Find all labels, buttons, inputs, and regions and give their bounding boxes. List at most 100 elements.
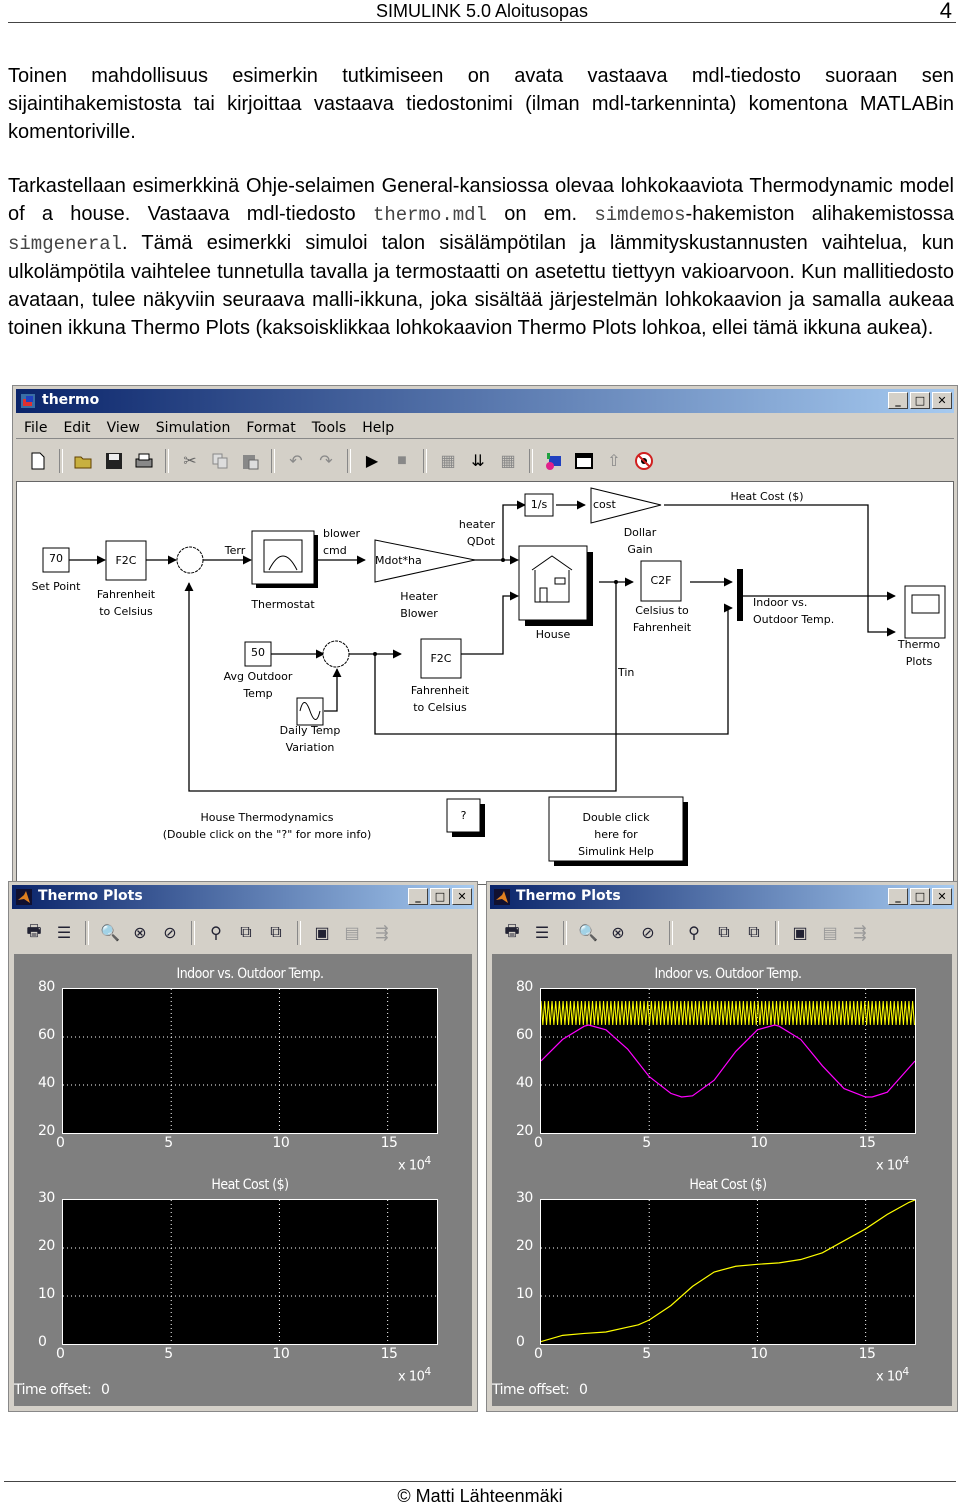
new-icon[interactable] [26, 449, 50, 473]
x-tick-label: 15 [858, 1346, 876, 1362]
close-button[interactable]: ✕ [932, 888, 952, 905]
menu-file[interactable]: File [16, 416, 55, 438]
plot-window-titlebar[interactable]: Thermo Plots _ □ ✕ [490, 885, 954, 909]
zoom-icon[interactable]: 🔍 [98, 921, 122, 945]
y-tick-label: 40 [516, 1075, 533, 1091]
close-button[interactable]: ✕ [932, 392, 952, 409]
chart-plot [541, 1200, 915, 1344]
house-thermodynamics-annotation: House Thermodynamics (Double click on th… [162, 811, 372, 841]
y-tick-label: 20 [38, 1238, 55, 1254]
block-diagram-canvas[interactable]: 70 Set Point F2C Fahrenheit to Celsius T… [16, 481, 954, 885]
heater-blower-label: Heater Blower [400, 590, 438, 620]
open-icon[interactable] [72, 449, 96, 473]
model-explorer-icon[interactable] [572, 449, 596, 473]
x-tick-label: 0 [56, 1135, 65, 1151]
menu-format[interactable]: Format [238, 416, 303, 438]
print-icon[interactable]: 🖶 [22, 921, 46, 945]
chart-plot [63, 1200, 437, 1344]
save-axes-icon[interactable]: ⧉ [234, 921, 258, 945]
toolbar-separator [85, 921, 89, 945]
signal-select-icon[interactable]: ⇶ [848, 921, 872, 945]
restore-axes-icon[interactable]: ⧉ [742, 921, 766, 945]
zoom-x-icon[interactable]: ⊗ [128, 921, 152, 945]
menu-simulation[interactable]: Simulation [148, 416, 239, 438]
build-icon[interactable]: ▦ [436, 449, 460, 473]
redo-icon[interactable]: ↷ [314, 449, 338, 473]
document-title: SIMULINK 5.0 Aloitusopas [375, 1, 589, 21]
undo-icon[interactable]: ↶ [284, 449, 308, 473]
x-tick-label: 5 [642, 1135, 651, 1151]
save-icon[interactable] [102, 449, 126, 473]
toolbar-separator [347, 449, 351, 473]
menu-edit[interactable]: Edit [55, 416, 98, 438]
maximize-button[interactable]: □ [430, 888, 450, 905]
y-tick-label: 60 [38, 1027, 55, 1043]
update-icon[interactable]: ⇊ [466, 449, 490, 473]
x-multiplier: x 104 [876, 1154, 909, 1173]
minimize-button[interactable]: _ [888, 888, 908, 905]
f2c-2-text: F2C [430, 652, 452, 665]
zoom-icon[interactable]: 🔍 [576, 921, 600, 945]
zoom-x-icon[interactable]: ⊗ [606, 921, 630, 945]
play-icon[interactable]: ▶ [360, 449, 384, 473]
minimize-button[interactable]: _ [888, 392, 908, 409]
parent-icon[interactable]: ⇧ [602, 449, 626, 473]
y-tick-label: 10 [38, 1286, 55, 1302]
lock-icon[interactable]: ▤ [818, 921, 842, 945]
menu-view[interactable]: View [99, 416, 148, 438]
restore-axes-icon[interactable]: ⧉ [264, 921, 288, 945]
menu-bar: File Edit View Simulation Format Tools H… [16, 416, 954, 439]
toolbar-separator [297, 921, 301, 945]
window-title: Thermo Plots [516, 888, 621, 904]
sum-block-2 [322, 640, 350, 668]
close-button[interactable]: ✕ [452, 888, 472, 905]
x-multiplier-power: 4 [424, 1154, 431, 1167]
menu-tools[interactable]: Tools [304, 416, 355, 438]
properties-icon[interactable]: ☰ [530, 921, 554, 945]
minimize-button[interactable]: _ [408, 888, 428, 905]
print-icon[interactable] [132, 449, 156, 473]
x-tick-label: 10 [272, 1135, 290, 1151]
stop-icon[interactable]: ■ [390, 449, 414, 473]
matlab-logo-icon [16, 889, 32, 905]
properties-icon[interactable]: ☰ [52, 921, 76, 945]
signal-select-icon[interactable]: ⇶ [370, 921, 394, 945]
save-axes-icon[interactable]: ⧉ [712, 921, 736, 945]
paste-icon[interactable] [238, 449, 262, 473]
model-window-titlebar[interactable]: thermo _ □ ✕ [16, 389, 954, 413]
menu-help[interactable]: Help [354, 416, 402, 438]
toolbar-separator [191, 921, 195, 945]
info-button[interactable]: ? [447, 807, 480, 824]
toolbar-separator [529, 449, 533, 473]
chart-title: Heat Cost ($) [689, 1177, 767, 1193]
simulink-help-button[interactable]: Double click here for Simulink Help [549, 809, 683, 860]
x-tick-label: 0 [56, 1346, 65, 1362]
thermo-plots-label[interactable]: Thermo Plots [889, 636, 949, 670]
zoom-y-icon[interactable]: ⊘ [636, 921, 660, 945]
print-icon[interactable]: 🖶 [500, 921, 524, 945]
lock-icon[interactable]: ▤ [340, 921, 364, 945]
y-tick-label: 20 [516, 1123, 533, 1139]
chart-title: Heat Cost ($) [211, 1177, 289, 1193]
floating-scope-icon[interactable]: ▣ [788, 921, 812, 945]
autoscale-icon[interactable]: ⚲ [204, 921, 228, 945]
copy-icon[interactable] [208, 449, 232, 473]
floating-scope-icon[interactable]: ▣ [310, 921, 334, 945]
page-header: SIMULINK 5.0 Aloitusopas 4 [8, 0, 956, 23]
window-title: Thermo Plots [38, 888, 143, 904]
debug-icon[interactable] [632, 449, 656, 473]
signal-line [324, 668, 342, 712]
x-multiplier: x 104 [876, 1365, 909, 1384]
library-browser-icon[interactable] [542, 449, 566, 473]
build-subsystem-icon[interactable]: ▦ [496, 449, 520, 473]
cut-icon[interactable]: ✂ [178, 449, 202, 473]
y-tick-label: 0 [516, 1334, 525, 1350]
maximize-button[interactable]: □ [910, 392, 930, 409]
zoom-y-icon[interactable]: ⊘ [158, 921, 182, 945]
simulink-model-icon [21, 394, 35, 408]
autoscale-icon[interactable]: ⚲ [682, 921, 706, 945]
plot-window-titlebar[interactable]: Thermo Plots _ □ ✕ [12, 885, 474, 909]
time-offset-label: Time offset: [14, 1382, 92, 1398]
maximize-button[interactable]: □ [910, 888, 930, 905]
model-window: thermo _ □ ✕ File Edit View Simulation F… [12, 385, 958, 885]
